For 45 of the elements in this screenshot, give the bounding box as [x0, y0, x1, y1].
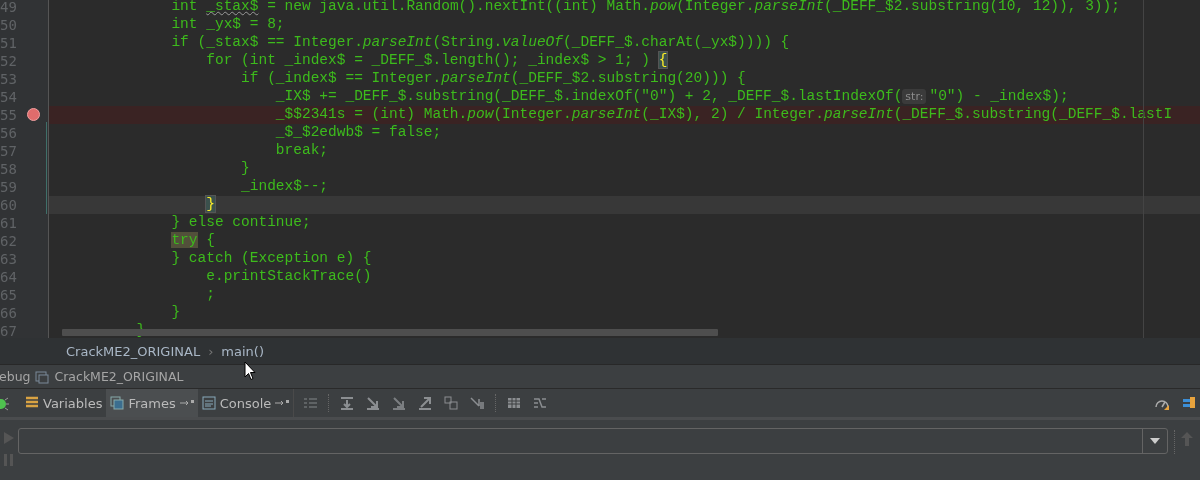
frames-icon: [110, 396, 125, 410]
pin-icon[interactable]: [179, 399, 194, 407]
code-line: } else continue;: [170, 214, 312, 232]
show-execution-point-icon[interactable]: [302, 395, 319, 411]
panel-tab[interactable]: Variables: [21, 389, 107, 417]
drop-frame-icon[interactable]: [443, 395, 460, 411]
code-line: } catch (Exception e) {: [170, 250, 373, 268]
run-configuration-tab[interactable]: CrackME2_ORIGINAL: [54, 369, 184, 384]
code-line: try {: [170, 232, 216, 250]
breadcrumb-separator: ›: [208, 343, 214, 359]
run-to-cursor-icon[interactable]: [469, 395, 486, 411]
code-line: break;: [274, 142, 330, 160]
dropdown-arrow-icon: [1150, 438, 1160, 444]
code-line: if (_index$ == Integer.parseInt(_DEFF_$2.substring(20))) {: [240, 70, 747, 88]
panel-title: ebug: [0, 369, 31, 384]
step-into-icon[interactable]: [365, 395, 382, 411]
pin-icon[interactable]: [275, 399, 290, 407]
step-over-icon[interactable]: [339, 395, 356, 411]
step-out-icon[interactable]: [417, 395, 434, 411]
trace-icon[interactable]: [532, 395, 549, 411]
code-line: int _stax$ = new java.util.Random().nextInt((int) Math.pow(Integer.parseInt(_DEFF_$2.substring(10, 12)), 3));: [170, 0, 1121, 16]
code-line: _$_$2edwb$ = false;: [274, 124, 443, 142]
mouse-cursor-icon: [244, 361, 256, 381]
force-step-into-icon[interactable]: [391, 395, 408, 411]
evaluate-icon[interactable]: [506, 395, 523, 411]
breadcrumb-item[interactable]: CrackME2_ORIGINAL: [66, 343, 201, 359]
code-line: _index$--;: [240, 178, 330, 196]
breakpoint-icon[interactable]: [27, 108, 40, 121]
code-line: }: [240, 160, 251, 178]
window-icon[interactable]: [34, 368, 51, 385]
code-line: }: [170, 304, 182, 322]
list-icon: [25, 396, 39, 410]
code-line: e.printStackTrace(): [205, 268, 373, 286]
frames-dropdown[interactable]: [18, 428, 1168, 454]
code-line: for (int _index$ = _DEFF_$.length(); _index$ > 1; ) {: [205, 52, 669, 70]
code-line: ;: [205, 286, 216, 304]
code-line: if (_stax$ == Integer.parseInt(String.valueOf(_DEFF_$.charAt(_yx$)))) {: [170, 34, 791, 52]
breadcrumb-item[interactable]: main(): [221, 343, 264, 359]
console-icon: [201, 396, 216, 410]
code-line: int _yx$ = 8;: [170, 16, 286, 34]
code-line: _IX$ += _DEFF_$.substring(_DEFF_$.indexOf("0") + 2, _DEFF_$.lastIndexOf( str: "0") - _index$);: [274, 88, 1070, 106]
threads-icon[interactable]: [1180, 395, 1196, 411]
panel-tab[interactable]: Frames: [106, 389, 198, 417]
panel-tab[interactable]: Console: [197, 389, 294, 417]
bug-icon[interactable]: [0, 395, 9, 411]
